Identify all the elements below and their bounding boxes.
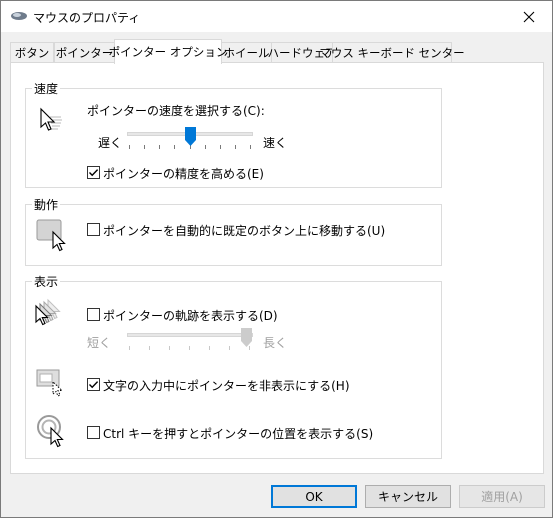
window-title: マウスのプロパティ — [33, 11, 141, 25]
close-button[interactable] — [506, 1, 552, 32]
precision-label: ポインターの精度を高める(E) — [103, 167, 264, 181]
tab-buttons[interactable]: ボタン — [10, 42, 54, 63]
tab-label: ボタン — [14, 46, 50, 60]
fast-label: 速く — [263, 136, 288, 150]
speed-slider-thumb[interactable] — [185, 127, 196, 146]
mouse-properties-window: マウスのプロパティ ボタン ポインター ポインター オプション ホイール ハード… — [0, 0, 553, 518]
cancel-button[interactable]: キャンセル — [365, 485, 451, 508]
slider-tick — [129, 346, 130, 350]
tab-label: マウス キーボード センター — [319, 46, 465, 60]
apply-button-label: 適用(A) — [481, 490, 523, 504]
slider-tick — [159, 145, 160, 149]
slider-tick — [250, 145, 251, 149]
slider-tick — [129, 145, 130, 149]
visibility-group: 表示 ポインターの軌跡を表示する(D) 短く 長く 文字の入力中にポインターを非… — [25, 273, 442, 459]
slider-tick — [209, 346, 210, 350]
hide-pointer-icon — [36, 369, 64, 397]
close-icon — [523, 11, 535, 22]
trails-slider-thumb[interactable] — [241, 328, 252, 347]
tab-pointer-options[interactable]: ポインター オプション — [109, 39, 227, 64]
slider-tick — [229, 346, 230, 350]
slider-tick — [174, 145, 175, 149]
visibility-group-title: 表示 — [32, 273, 61, 290]
snap-pointer-icon — [36, 219, 66, 252]
trails-checkbox[interactable] — [87, 308, 100, 321]
ctrl-locate-label: Ctrl キーを押すとポインターの位置を表示する(S) — [103, 427, 374, 441]
trails-slider-track — [127, 333, 253, 337]
tab-pointers[interactable]: ポインター — [54, 42, 115, 63]
speed-slider[interactable] — [127, 127, 255, 153]
slider-tick — [149, 346, 150, 350]
snap-to-checkbox[interactable] — [87, 223, 100, 236]
slider-tick — [220, 145, 221, 149]
tab-label: ポインター — [55, 46, 114, 60]
trails-slider[interactable] — [127, 328, 255, 354]
speed-group-title: 速度 — [32, 80, 61, 97]
precision-checkbox[interactable] — [87, 166, 100, 179]
slider-tick — [189, 346, 190, 350]
hide-typing-checkbox[interactable] — [87, 378, 100, 391]
tab-label: ホイール — [223, 46, 270, 60]
checkmark-icon — [89, 381, 99, 389]
checkmark-icon — [89, 169, 99, 177]
ok-button[interactable]: OK — [271, 485, 357, 508]
trails-label: ポインターの軌跡を表示する(D) — [103, 309, 278, 323]
snap-group-title: 動作 — [32, 196, 61, 213]
snap-to-group: 動作 ポインターを自動的に既定のボタン上に移動する(U) — [25, 196, 442, 266]
slow-label: 遅く — [98, 136, 123, 150]
slider-tick — [235, 145, 236, 149]
cancel-button-label: キャンセル — [377, 490, 438, 504]
slider-tick — [169, 346, 170, 350]
trails-pointer-icon — [35, 298, 61, 326]
ok-button-label: OK — [305, 489, 323, 504]
pointer-options-page: 速度 ポインターの速度を選択する(C): 遅く 速く ポインターの精度を高める(… — [10, 62, 544, 474]
slider-tick — [205, 145, 206, 149]
title-bar[interactable]: マウスのプロパティ — [1, 1, 552, 32]
speed-prompt: ポインターの速度を選択する(C): — [87, 104, 265, 118]
snap-to-label: ポインターを自動的に既定のボタン上に移動する(U) — [103, 224, 386, 238]
short-label: 短く — [87, 336, 112, 350]
tab-wheel[interactable]: ホイール — [221, 42, 272, 63]
ctrl-locate-checkbox[interactable] — [87, 426, 100, 439]
mouse-icon — [11, 12, 27, 20]
speed-group: 速度 ポインターの速度を選択する(C): 遅く 速く ポインターの精度を高める(… — [25, 80, 442, 188]
speed-pointer-icon — [40, 107, 62, 131]
locate-pointer-icon — [37, 415, 64, 448]
hide-typing-label: 文字の入力中にポインターを非表示にする(H) — [103, 379, 350, 393]
tab-label: ポインター オプション — [108, 45, 228, 59]
apply-button[interactable]: 適用(A) — [459, 485, 545, 508]
long-label: 長く — [263, 336, 288, 350]
tab-mouse-keyboard-center[interactable]: マウス キーボード センター — [319, 42, 465, 63]
slider-tick — [144, 145, 145, 149]
